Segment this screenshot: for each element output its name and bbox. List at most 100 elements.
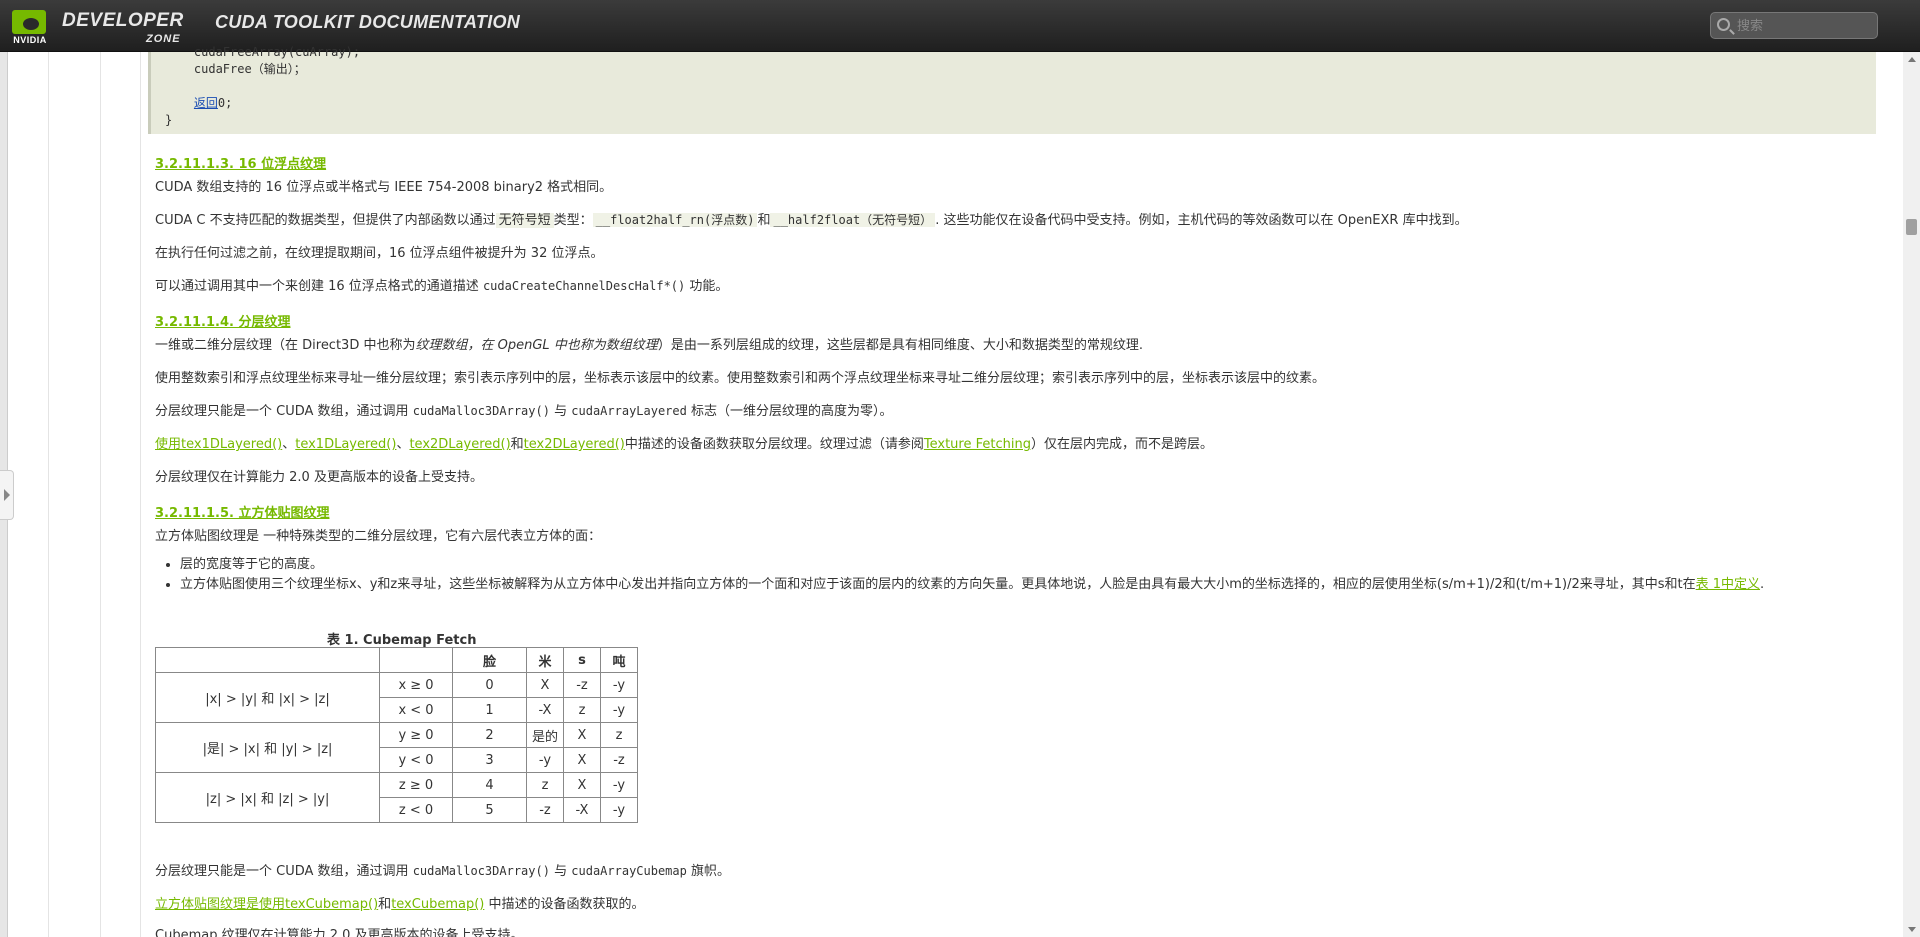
table-cell: x < 0 xyxy=(379,697,453,723)
text: 、 xyxy=(282,437,296,452)
inline-code: cudaArrayLayered xyxy=(571,404,687,418)
content-guide-line xyxy=(140,52,141,937)
sidebar-toggle-button[interactable] xyxy=(0,470,14,520)
list-item: 立方体贴图使用三个纹理坐标x、y和z来寻址，这些坐标被解释为从立方体中心发出并指… xyxy=(180,576,1870,594)
text: 分层纹理只能是一个 CUDA 数组，通过调用 xyxy=(155,404,409,419)
table-cell: -z xyxy=(563,672,601,698)
paragraph: 分层纹理只能是一个 CUDA 数组，通过调用 cudaMalloc3DArray… xyxy=(155,860,730,879)
table-cell: -X xyxy=(563,797,601,823)
text: 和 xyxy=(378,897,392,912)
table-cell: 5 xyxy=(452,797,527,823)
inline-code: cudaMalloc3DArray() xyxy=(412,864,550,878)
code-return-link[interactable]: 返回 xyxy=(194,96,218,110)
table-cell: -y xyxy=(600,772,638,798)
scroll-down-icon[interactable] xyxy=(1908,927,1916,932)
table-cell: 2 xyxy=(452,722,527,748)
table-row: |是| > |x| 和 |y| > |z| y ≥ 0 2 是的 X z xyxy=(155,722,638,773)
search-box[interactable] xyxy=(1710,12,1878,39)
section-heading-16bit[interactable]: 3.2.11.1.3. 16 位浮点纹理 xyxy=(155,153,326,172)
table-cell: |x| > |y| 和 |x| > |z| xyxy=(155,672,380,723)
table-cell: X xyxy=(526,672,564,698)
nvidia-logo[interactable]: NVIDIA xyxy=(10,8,50,45)
table-cell: 4 xyxy=(452,772,527,798)
text: 旗帜。 xyxy=(691,864,731,879)
text: 与 xyxy=(554,864,568,879)
paragraph: 使用整数索引和浮点纹理坐标来寻址一维分层纹理；索引表示序列中的层，坐标表示该层中… xyxy=(155,371,1326,386)
inline-code: cudaMalloc3DArray() xyxy=(412,404,550,418)
table-cell: 1 xyxy=(452,697,527,723)
code-line: cudaFree（输出）； xyxy=(193,62,306,76)
table-cell: 0 xyxy=(452,672,527,698)
paragraph: 分层纹理只能是一个 CUDA 数组，通过调用 cudaMalloc3DArray… xyxy=(155,400,893,419)
table-cell: -y xyxy=(600,797,638,823)
table-header: 米 xyxy=(526,647,564,673)
inline-code: __float2half_rn(浮点数) xyxy=(592,213,758,227)
nvidia-logo-text: NVIDIA xyxy=(13,35,47,45)
text: 类型： xyxy=(553,213,593,228)
table-header: 吨 xyxy=(600,647,638,673)
link-tex2dlayered[interactable]: tex2DLayered() xyxy=(524,437,625,452)
table-cell: y < 0 xyxy=(379,747,453,773)
developer-label: DEVELOPER xyxy=(62,10,184,31)
inline-code: cudaCreateChannelDescHalf*() xyxy=(482,279,686,293)
code-line: 0; xyxy=(217,96,233,110)
table-cell: -z xyxy=(526,797,564,823)
text: 可以通过调用其中一个来创建 16 位浮点格式的通道描述 xyxy=(155,279,479,294)
inline-code: cudaArrayCubemap xyxy=(571,864,687,878)
link-tex1dlayered[interactable]: tex1DLayered() xyxy=(295,437,396,452)
table-cell: -X xyxy=(526,697,564,723)
bullet-list: 层的宽度等于它的高度。 立方体贴图使用三个纹理坐标x、y和z来寻址，这些坐标被解… xyxy=(180,556,1870,596)
table-cell: X xyxy=(563,722,601,748)
link-texcubemap[interactable]: texCubemap() xyxy=(285,897,378,912)
paragraph: Cubemap 纹理仅在计算能力 2.0 及更高版本的设备上受支持。 xyxy=(155,928,524,937)
section-heading-cubemap[interactable]: 3.2.11.1.5. 立方体贴图纹理 xyxy=(155,502,330,521)
table-cell: -y xyxy=(600,697,638,723)
text: ，在 OpenGL 中也称为数组纹理 xyxy=(467,338,658,353)
text: 与 xyxy=(554,404,568,419)
table-row: |z| > |x| 和 |z| > |y| z ≥ 0 4 z X -y xyxy=(155,772,638,823)
table-header xyxy=(379,647,453,673)
table-cell: X xyxy=(563,772,601,798)
table-cell: -y xyxy=(600,672,638,698)
link-tex1dlayered[interactable]: tex1DLayered() xyxy=(181,437,282,452)
table-header xyxy=(155,647,380,673)
scroll-up-icon[interactable] xyxy=(1908,57,1916,62)
cubemap-fetch-table: 脸 米 s 吨 |x| > |y| 和 |x| > |z| x ≥ 0 0 X … xyxy=(155,647,638,823)
scrollbar-thumb[interactable] xyxy=(1906,219,1917,235)
table-header: 脸 xyxy=(452,647,527,673)
search-input[interactable] xyxy=(1737,16,1872,36)
link[interactable]: 使用 xyxy=(155,437,181,452)
table-cell: -z xyxy=(600,747,638,773)
text: 立方体贴图使用三个纹理坐标x、y和z来寻址，这些坐标被解释为从立方体中心发出并指… xyxy=(180,577,1696,592)
text: 分层纹理只能是一个 CUDA 数组，通过调用 xyxy=(155,864,409,879)
link[interactable]: 立方体贴图纹理是使用 xyxy=(155,897,285,912)
nvidia-eye-icon xyxy=(12,10,46,34)
code-line: cudaFreeArray(cuArray); xyxy=(193,45,361,59)
inline-code: 无符号短 xyxy=(495,213,554,228)
table-cell: z < 0 xyxy=(379,797,453,823)
code-block: cudaFreeArray(cuArray); cudaFree（输出）； 返回… xyxy=(148,45,1876,134)
text: . xyxy=(1760,577,1765,592)
table-cell: x ≥ 0 xyxy=(379,672,453,698)
table-cell: |z| > |x| 和 |z| > |y| xyxy=(155,772,380,823)
link-texcubemap[interactable]: texCubemap() xyxy=(391,897,484,912)
search-icon xyxy=(1717,18,1730,31)
table-caption: 表 1. Cubemap Fetch xyxy=(327,633,477,648)
table-cell: z xyxy=(600,722,638,748)
paragraph: 立方体贴图纹理是使用texCubemap()和texCubemap() 中描述的… xyxy=(155,893,645,912)
link-tex2dlayered[interactable]: tex2DLayered() xyxy=(409,437,510,452)
table-cell: y ≥ 0 xyxy=(379,722,453,748)
text: ）仅在层内完成，而不是跨层。 xyxy=(1030,437,1213,452)
section-heading-layered[interactable]: 3.2.11.1.4. 分层纹理 xyxy=(155,311,291,330)
table-cell: |是| > |x| 和 |y| > |z| xyxy=(155,722,380,773)
paragraph: 立方体贴图纹理是 一种特殊类型的二维分层纹理，它有六层代表立方体的面： xyxy=(155,529,602,544)
table-cell: 3 xyxy=(452,747,527,773)
site-title[interactable]: CUDA TOOLKIT DOCUMENTATION xyxy=(215,12,520,33)
content-guide-line xyxy=(48,52,49,937)
developer-zone-link[interactable]: DEVELOPER ZONE xyxy=(62,10,184,45)
link-table-1[interactable]: 表 1中定义 xyxy=(1696,577,1760,592)
table-row: |x| > |y| 和 |x| > |z| x ≥ 0 0 X -z -y xyxy=(155,672,638,723)
vertical-scrollbar[interactable] xyxy=(1903,52,1920,937)
link-texture-fetching[interactable]: Texture Fetching xyxy=(924,437,1031,452)
text: 和 xyxy=(757,213,771,228)
